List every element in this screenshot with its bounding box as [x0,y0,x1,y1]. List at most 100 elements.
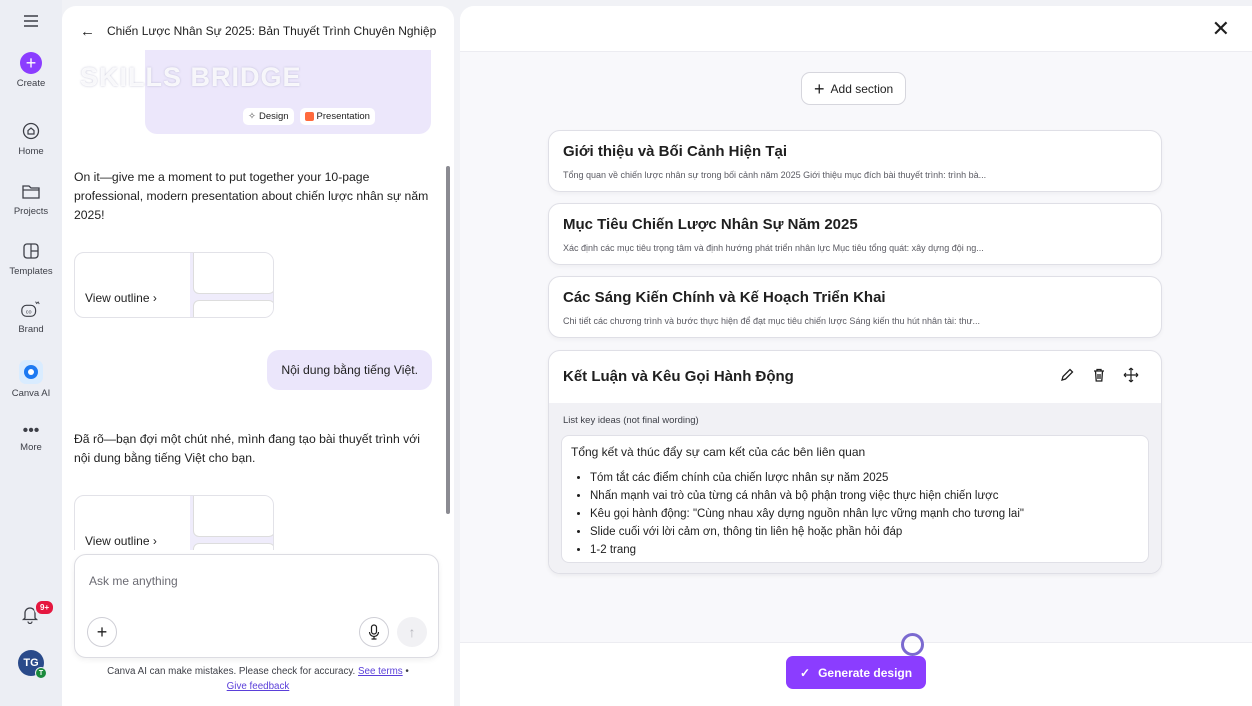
view-outline-card[interactable]: View outline › [74,495,274,550]
chip-design: ✧ Design [243,108,294,125]
avatar[interactable]: TG T [18,650,47,679]
pencil-icon[interactable] [1059,367,1075,387]
section-title: Giới thiệu và Bối Cảnh Hiện Tại [563,143,788,160]
key-idea-item: Nhấn mạnh vai trò của từng cá nhân và bộ… [590,487,1024,505]
design-chips: ✧ Design Presentation [243,108,375,125]
rail-brand[interactable]: co Brand [0,298,62,335]
section-description: Xác định các mục tiêu trọng tâm và định … [563,243,984,253]
outline-section[interactable]: Các Sáng Kiến Chính và Kế Hoạch Triển Kh… [548,276,1162,338]
rail-create-label: Create [16,78,46,89]
key-idea-item: Tóm tắt các điểm chính của chiến lược nh… [590,469,1024,487]
rail-home[interactable]: Home [0,120,62,157]
rail-more-label: More [20,442,42,453]
chevron-right-icon: › [152,291,157,305]
send-button[interactable]: ↑ [397,617,427,647]
presentation-icon [304,112,314,121]
user-message: Nội dung bằng tiếng Việt. [267,350,432,390]
rail-canva-ai[interactable]: Canva AI [0,360,62,399]
see-terms-link[interactable]: See terms [358,666,403,677]
key-ideas-textarea[interactable]: Tổng kết và thúc đẩy sự cam kết của các … [561,435,1149,563]
rail-projects[interactable]: Projects [0,180,62,217]
rail-brand-label: Brand [18,324,44,335]
assistant-message: Đã rõ—bạn đợi một chút nhé, mình đang tạ… [74,432,420,465]
outline-thumbnail [193,253,273,294]
view-outline-link[interactable]: View outline › [85,534,157,548]
avatar-team-badge: T [35,667,47,679]
chat-scroll-area[interactable]: ✧ Design Presentation SKILLS BRIDGE On it… [62,50,454,550]
chat-panel: ← Chiến Lược Nhân Sự 2025: Bản Thuyết Tr… [62,6,454,706]
view-outline-card[interactable]: View outline › [74,252,274,318]
outline-editor: ✕ + Add section Giới thiệu và Bối Cảnh H… [460,6,1252,706]
plus-icon: + [20,52,42,74]
back-arrow-icon[interactable]: ← [80,23,95,40]
key-ideas-lead: Tổng kết và thúc đẩy sự cam kết của các … [571,445,866,459]
brand-icon: co [20,298,42,320]
avatar-initials: TG [23,657,39,669]
chip-design-label: Design [258,111,289,122]
assistant-message: On it—give me a moment to put together y… [74,170,429,222]
outline-section-expanded[interactable]: Kết Luận và Kêu Gọi Hành Động List key i… [548,350,1162,574]
rail-projects-label: Projects [13,206,49,217]
chat-scrollbar[interactable] [446,166,450,514]
view-outline-label: View outline [85,534,150,548]
close-icon[interactable]: ✕ [1212,16,1230,42]
rail-more[interactable]: ••• More [0,422,62,453]
rail-home-label: Home [18,146,44,157]
outline-thumbnail [193,300,273,317]
key-idea-item: Slide cuối với lời cảm ơn, thông tin liê… [590,523,1024,541]
microphone-button[interactable] [359,617,389,647]
chat-title: Chiến Lược Nhân Sự 2025: Bản Thuyết Trìn… [107,24,437,38]
check-icon: ✓ [800,665,811,680]
rail-templates-label: Templates [9,266,53,277]
notification-badge: 9+ [34,599,56,616]
generate-design-label: Generate design [818,665,913,680]
ai-disclaimer: Canva AI can make mistakes. Please check… [107,666,409,692]
add-section-button[interactable]: + Add section [801,72,907,105]
section-title: Các Sáng Kiến Chính và Kế Hoạch Triển Kh… [563,289,886,306]
chip-presentation-label: Presentation [316,111,370,122]
more-dots-icon: ••• [22,422,40,439]
outline-thumbnail [193,496,273,537]
chip-presentation: Presentation [299,108,375,125]
folder-icon [20,180,42,202]
view-outline-link[interactable]: View outline › [85,291,157,305]
give-feedback-link[interactable]: Give feedback [227,681,290,692]
section-tools [1059,367,1139,387]
arrow-up-icon: ↑ [408,624,416,640]
chevron-right-icon: › [152,534,157,548]
home-icon [20,120,42,142]
rail-canva-ai-label: Canva AI [11,388,51,399]
disclaimer-text: Canva AI can make mistakes. Please check… [107,666,356,677]
nav-rail: + Create Home Projects Templates co Bran… [0,0,62,706]
add-attachment-button[interactable]: + [87,617,117,647]
key-ideas-label: List key ideas (not final wording) [563,415,699,426]
templates-icon [20,240,42,262]
view-outline-label: View outline [85,291,150,305]
section-description: Tổng quan về chiến lược nhân sự trong bố… [563,170,987,180]
generate-design-button[interactable]: ✓ Generate design [786,656,927,689]
plus-icon: + [814,78,825,99]
outline-thumbnail [193,543,273,550]
section-body: List key ideas (not final wording) Tổng … [549,403,1161,573]
trash-icon[interactable] [1091,367,1107,387]
cursor-indicator [901,633,924,656]
move-icon[interactable] [1123,367,1139,387]
menu-icon[interactable] [24,14,38,32]
rail-create[interactable]: + Create [0,52,62,89]
key-idea-item: 1-2 trang [590,541,1024,559]
section-description: Chi tiết các chương trình và bước thực h… [563,316,981,326]
key-idea-item: Kêu gọi hành động: "Cùng nhau xây dựng n… [590,505,1024,523]
watermark-logo: SKILLS BRIDGE [80,62,302,92]
ask-input[interactable]: Ask me anything [89,574,178,588]
outline-section[interactable]: Giới thiệu và Bối Cảnh Hiện Tại Tổng qua… [548,130,1162,192]
add-section-label: Add section [830,81,894,96]
ask-input-box[interactable]: Ask me anything + ↑ [74,554,439,658]
svg-text:co: co [26,310,32,316]
outline-section[interactable]: Mục Tiêu Chiến Lược Nhân Sự Năm 2025 Xác… [548,203,1162,265]
key-ideas-list: Tóm tắt các điểm chính của chiến lược nh… [590,469,1024,559]
chat-header: ← Chiến Lược Nhân Sự 2025: Bản Thuyết Tr… [62,6,454,56]
plus-icon: + [96,621,108,642]
section-title: Mục Tiêu Chiến Lược Nhân Sự Năm 2025 [563,216,858,233]
section-title: Kết Luận và Kêu Gọi Hành Động [563,368,794,385]
rail-templates[interactable]: Templates [0,240,62,277]
